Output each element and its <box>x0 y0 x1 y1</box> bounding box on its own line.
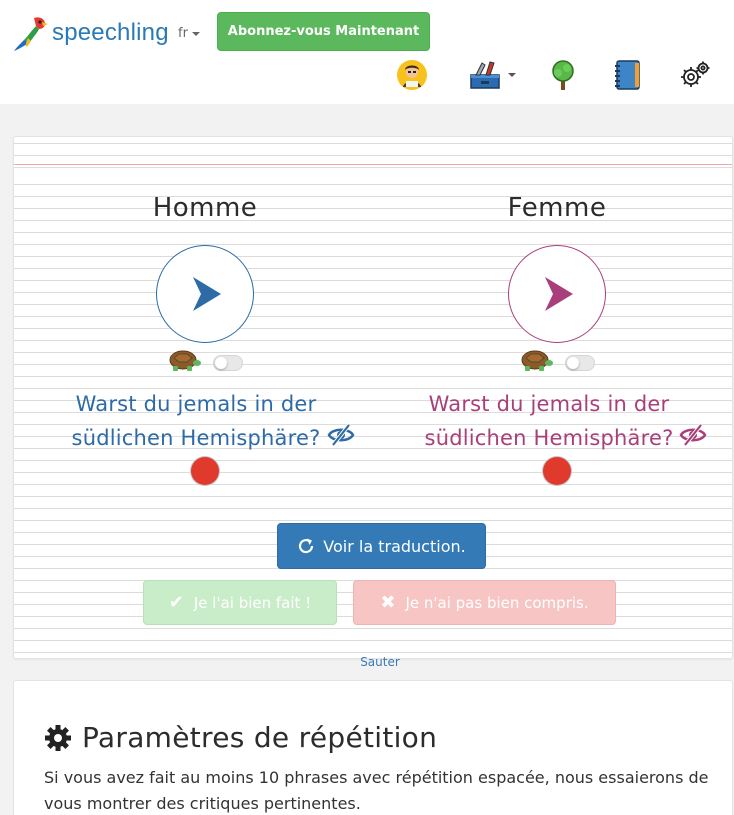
speechling-logo[interactable]: speechling <box>12 14 169 52</box>
male-record-button[interactable] <box>191 457 219 485</box>
settings-title-row: Paramètres de répétition <box>44 721 437 754</box>
male-sentence: Warst du jemals in der südlichen Hemisph… <box>71 392 321 450</box>
hide-text-icon[interactable] <box>679 423 707 447</box>
chevron-down-icon <box>191 31 200 36</box>
student-avatar-icon[interactable] <box>395 58 429 92</box>
play-icon <box>545 277 573 311</box>
correct-button[interactable]: ✔ Je l'ai bien fait ! <box>143 580 337 625</box>
refresh-icon <box>299 538 314 554</box>
subscribe-button[interactable]: Abonnez-vous Maintenant <box>217 12 430 51</box>
settings-description: Si vous avez fait au moins 10 phrases av… <box>44 768 709 813</box>
play-icon <box>193 277 221 311</box>
chevron-down-icon <box>508 73 516 77</box>
margin-line <box>14 164 732 165</box>
hide-text-icon[interactable] <box>327 423 355 447</box>
tools-menu[interactable] <box>465 58 519 92</box>
show-translation-button[interactable]: Voir la traduction. <box>277 523 486 569</box>
tortoise-slow-icon <box>521 350 553 371</box>
gear-icon[interactable] <box>678 58 712 92</box>
wrong-label: Je n'ai pas bien compris. <box>405 593 589 612</box>
male-play-button[interactable] <box>156 245 254 343</box>
top-navbar: speechling fr Abonnez-vous Maintenant <box>0 0 734 104</box>
check-icon: ✔ <box>168 592 184 613</box>
female-record-button[interactable] <box>543 457 571 485</box>
female-play-button[interactable] <box>508 245 606 343</box>
female-slow-toggle[interactable] <box>565 355 595 371</box>
notebook-icon[interactable] <box>611 58 645 92</box>
female-heading: Femme <box>507 193 607 223</box>
toolbox-icon <box>470 61 500 89</box>
wrong-button[interactable]: ✖ Je n'ai pas bien compris. <box>353 580 616 625</box>
close-icon: ✖ <box>380 592 396 613</box>
skip-link[interactable]: Sauter <box>340 655 420 669</box>
settings-title: Paramètres de répétition <box>82 721 438 754</box>
female-sentence: Warst du jemals in der südlichen Hemisph… <box>424 392 674 450</box>
male-heading: Homme <box>152 193 258 223</box>
tortoise-slow-icon <box>169 350 201 371</box>
logo-text: speechling <box>52 19 169 46</box>
exercise-card: Homme Warst du jemals in der südlichen H… <box>13 136 733 659</box>
language-label: fr <box>178 26 188 41</box>
cog-icon <box>45 724 71 751</box>
tree-icon[interactable] <box>546 58 580 92</box>
settings-card: Paramètres de répétition Si vous avez fa… <box>13 680 733 815</box>
language-dropdown[interactable]: fr <box>178 26 200 41</box>
male-slow-toggle[interactable] <box>213 355 243 371</box>
parrot-logo-icon <box>14 17 48 51</box>
translate-label: Voir la traduction. <box>323 536 466 556</box>
correct-label: Je l'ai bien fait ! <box>193 593 312 612</box>
